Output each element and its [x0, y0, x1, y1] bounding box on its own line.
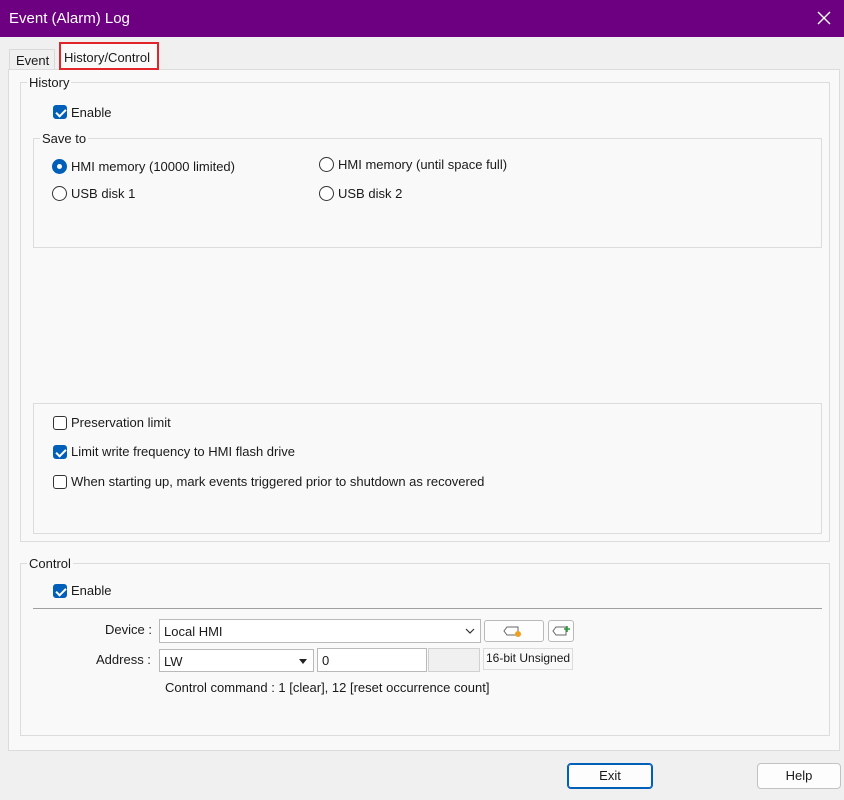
control-group-label: Control: [27, 556, 73, 571]
history-enable-checkbox[interactable]: [53, 105, 67, 119]
address-type-value: LW: [164, 654, 183, 669]
address-type-select[interactable]: LW: [159, 649, 314, 672]
control-enable-label: Enable: [71, 583, 112, 598]
address-extra-field: [428, 648, 480, 672]
control-divider: [33, 608, 822, 609]
chevron-down-icon: [465, 628, 475, 634]
history-group-label: History: [27, 75, 72, 90]
data-format-label: 16-bit Unsigned: [483, 648, 573, 670]
save-to-group-label: Save to: [40, 131, 89, 146]
help-button[interactable]: Help: [757, 763, 841, 789]
device-label: Device :: [105, 622, 152, 637]
radio-hmi-memory-full[interactable]: [319, 157, 334, 172]
dialog-body: Event History/Control History Enable Sav…: [0, 37, 844, 800]
close-icon: [817, 11, 831, 25]
mark-recovered-checkbox[interactable]: [53, 475, 67, 489]
tag-settings-icon: [503, 626, 521, 637]
address-input[interactable]: 0: [317, 648, 427, 672]
window-title: Event (Alarm) Log: [9, 10, 130, 27]
limit-write-frequency-label: Limit write frequency to HMI flash drive: [71, 444, 295, 459]
tab-history-control[interactable]: History/Control: [59, 42, 159, 70]
mark-recovered-label: When starting up, mark events triggered …: [71, 474, 485, 489]
radio-hmi-memory-limited[interactable]: [52, 159, 67, 174]
preservation-limit-label: Preservation limit: [71, 415, 171, 430]
control-command-text: Control command : 1 [clear], 12 [reset o…: [165, 680, 490, 695]
radio-hmi-memory-limited-label: HMI memory (10000 limited): [71, 159, 235, 174]
tab-event[interactable]: Event: [9, 49, 55, 70]
control-enable-checkbox[interactable]: [53, 584, 67, 598]
exit-button[interactable]: Exit: [567, 763, 653, 789]
radio-usb-disk-2-label: USB disk 2: [338, 186, 403, 201]
dropdown-arrow-icon: [299, 659, 307, 664]
address-value: 0: [322, 653, 330, 668]
add-tag-button[interactable]: [548, 620, 574, 642]
device-value: Local HMI: [164, 624, 223, 639]
limit-write-frequency-checkbox[interactable]: [53, 445, 67, 459]
radio-usb-disk-1-label: USB disk 1: [71, 186, 136, 201]
device-select[interactable]: Local HMI: [159, 619, 481, 643]
close-button[interactable]: [812, 6, 836, 30]
history-enable-label: Enable: [71, 105, 112, 120]
radio-hmi-memory-full-label: HMI memory (until space full): [338, 157, 508, 172]
title-bar: Event (Alarm) Log: [0, 0, 844, 37]
tag-settings-button[interactable]: [484, 620, 544, 642]
preservation-limit-checkbox[interactable]: [53, 416, 67, 430]
tab-panel: History Enable Save to HMI memory (10000…: [8, 69, 840, 751]
radio-usb-disk-2[interactable]: [319, 186, 334, 201]
save-to-group: [33, 138, 822, 248]
address-label: Address :: [96, 652, 151, 667]
add-tag-icon: [552, 626, 570, 636]
radio-usb-disk-1[interactable]: [52, 186, 67, 201]
